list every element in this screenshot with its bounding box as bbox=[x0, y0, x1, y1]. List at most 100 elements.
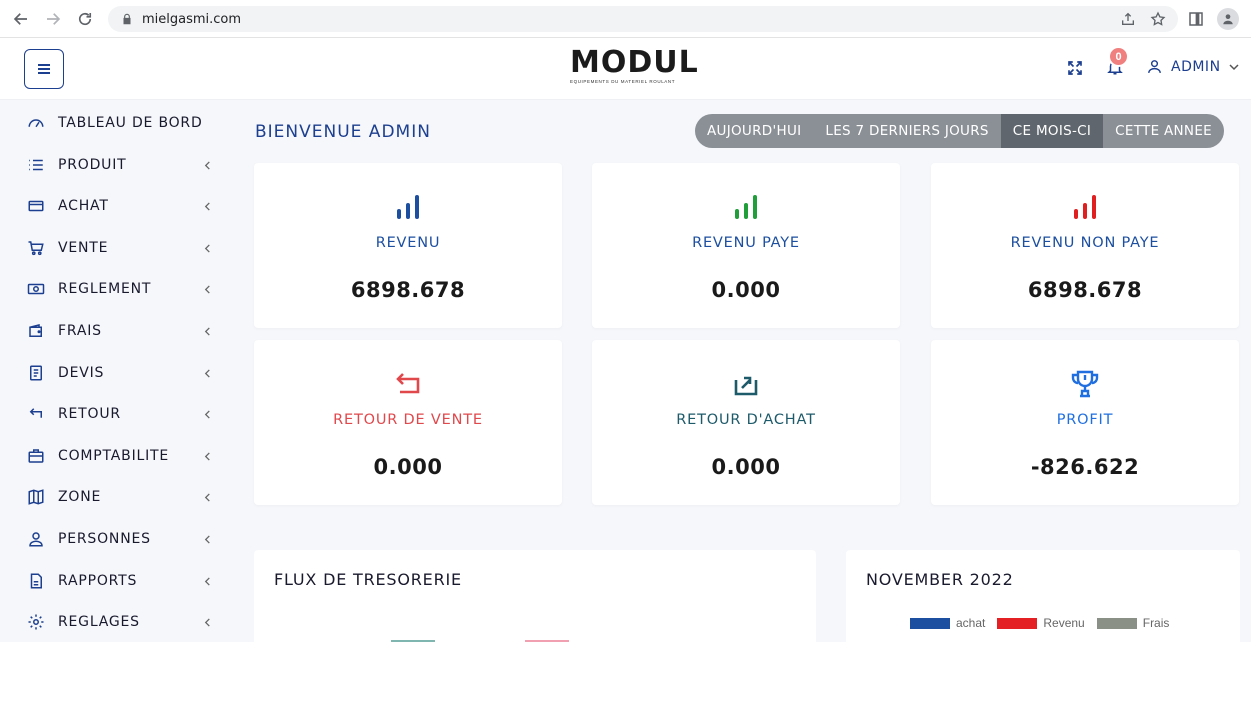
cashflow-title: FLUX DE TRESORERIE bbox=[274, 570, 462, 589]
chart-legend: achat Revenu Frais bbox=[910, 616, 1173, 630]
reload-icon[interactable] bbox=[74, 8, 96, 30]
fullscreen-icon[interactable] bbox=[1066, 59, 1084, 77]
chevron-left-icon bbox=[204, 243, 210, 253]
sidebar-item-label: RAPPORTS bbox=[58, 573, 138, 589]
stat-card-retour-de-vente: RETOUR DE VENTE 0.000 bbox=[254, 340, 562, 505]
share-arrow-icon bbox=[734, 376, 758, 396]
cart-icon bbox=[28, 241, 44, 256]
stat-value: 0.000 bbox=[711, 455, 781, 479]
sidebar-item-comptabilite[interactable]: COMPTABILITE bbox=[0, 436, 232, 476]
stat-card-revenu: REVENU 6898.678 bbox=[254, 163, 562, 328]
sidebar-item-retour[interactable]: RETOUR bbox=[0, 394, 232, 434]
chevron-left-icon bbox=[204, 326, 210, 336]
trophy-icon bbox=[1071, 370, 1099, 398]
report-icon bbox=[30, 573, 42, 589]
chevron-left-icon bbox=[204, 284, 210, 294]
welcome-heading: BIENVENUE ADMIN bbox=[255, 122, 431, 142]
sidebar-item-tableau-de-bord[interactable]: TABLEAU DE BORD bbox=[0, 103, 232, 143]
month-title: NOVEMBER 2022 bbox=[866, 570, 1014, 589]
legend-swatch bbox=[1096, 617, 1137, 629]
list-icon bbox=[29, 159, 43, 171]
legend-item-frais[interactable]: Frais bbox=[1096, 616, 1170, 630]
return-arrow-icon bbox=[396, 373, 420, 394]
hamburger-icon bbox=[38, 64, 50, 74]
viewport: mielgasmi.com MODUL EQUIPEMENTS DU MATER… bbox=[0, 0, 1251, 642]
chevron-left-icon bbox=[204, 534, 210, 544]
chevron-down-icon bbox=[1229, 63, 1239, 70]
logo-text: MODUL bbox=[570, 45, 699, 80]
user-name: ADMIN bbox=[1171, 58, 1221, 75]
sidebar-item-label: TABLEAU DE BORD bbox=[58, 115, 203, 131]
legend-label: Frais bbox=[1142, 616, 1170, 630]
chevron-left-icon bbox=[204, 201, 210, 211]
sidebar-item-vente[interactable]: VENTE bbox=[0, 228, 232, 268]
bar-chart-icon bbox=[735, 195, 757, 219]
legend-label: Revenu bbox=[1043, 616, 1085, 630]
period-filter: AUJOURD'HUI LES 7 DERNIERS JOURS CE MOIS… bbox=[695, 114, 1224, 148]
app-header: MODUL EQUIPEMENTS DU MATERIEL ROULANT 0 … bbox=[0, 38, 1251, 100]
legend-swatch bbox=[997, 617, 1038, 629]
stat-label: RETOUR D'ACHAT bbox=[676, 412, 816, 428]
share-icon[interactable] bbox=[1120, 11, 1136, 27]
legend-item-revenu[interactable]: Revenu bbox=[997, 616, 1085, 630]
sidebar-item-produit[interactable]: PRODUIT bbox=[0, 145, 232, 185]
chart-bar-top bbox=[525, 640, 569, 642]
forward-icon[interactable] bbox=[42, 8, 64, 30]
notification-badge: 0 bbox=[1108, 46, 1129, 67]
period-today-button[interactable]: AUJOURD'HUI bbox=[695, 114, 813, 148]
stat-value: 0.000 bbox=[711, 278, 781, 302]
chevron-left-icon bbox=[204, 160, 210, 170]
lock-icon bbox=[123, 13, 131, 25]
period-7-days-button[interactable]: LES 7 DERNIERS JOURS bbox=[813, 114, 1000, 148]
stat-label: PROFIT bbox=[1056, 412, 1114, 428]
menu-toggle-button[interactable] bbox=[24, 49, 64, 89]
sidebar-item-label: REGLEMENT bbox=[58, 281, 152, 297]
chevron-left-icon bbox=[204, 368, 210, 378]
sidebar-item-label: PERSONNES bbox=[58, 531, 151, 547]
address-bar[interactable]: mielgasmi.com bbox=[108, 6, 1178, 32]
legend-item-achat[interactable]: achat bbox=[910, 616, 985, 630]
sidebar-item-zone[interactable]: ZONE bbox=[0, 477, 232, 517]
chevron-left-icon bbox=[204, 492, 210, 502]
stat-label: REVENU bbox=[375, 235, 441, 251]
stat-value: 6898.678 bbox=[350, 278, 466, 302]
back-icon[interactable] bbox=[10, 8, 32, 30]
user-icon bbox=[1148, 60, 1161, 73]
legend-swatch bbox=[910, 617, 950, 629]
speedometer-icon bbox=[28, 119, 44, 128]
sidebar-item-reglages[interactable]: REGLAGES bbox=[0, 602, 232, 642]
period-this-month-button[interactable]: CE MOIS-CI bbox=[1000, 114, 1104, 148]
sidebar-item-reglement[interactable]: REGLEMENT bbox=[0, 269, 232, 309]
stat-label: RETOUR DE VENTE bbox=[333, 412, 483, 428]
credit-card-icon bbox=[28, 200, 44, 212]
sidebar: TABLEAU DE BORD PRODUIT ACHAT VENTE REGL… bbox=[0, 100, 232, 642]
cashflow-panel: FLUX DE TRESORERIE bbox=[254, 550, 816, 642]
document-icon bbox=[30, 365, 42, 381]
map-icon bbox=[28, 489, 44, 505]
stat-card-revenu-non-paye: REVENU NON PAYE 6898.678 bbox=[931, 163, 1239, 328]
stat-value: 6898.678 bbox=[1027, 278, 1143, 302]
stat-card-profit: PROFIT -826.622 bbox=[931, 340, 1239, 505]
sidebar-item-achat[interactable]: ACHAT bbox=[0, 186, 232, 226]
user-icon bbox=[29, 532, 43, 547]
side-panel-icon[interactable] bbox=[1187, 10, 1205, 28]
chevron-left-icon bbox=[204, 576, 210, 586]
logo[interactable]: MODUL EQUIPEMENTS DU MATERIEL ROULANT bbox=[570, 45, 699, 88]
user-menu[interactable]: ADMIN bbox=[1146, 58, 1239, 75]
profile-avatar[interactable] bbox=[1217, 8, 1239, 30]
sidebar-item-label: VENTE bbox=[58, 240, 109, 256]
sidebar-item-label: DEVIS bbox=[58, 365, 105, 381]
chart-bar-top bbox=[391, 640, 435, 642]
period-this-year-button[interactable]: CETTE ANNEE bbox=[1103, 114, 1224, 148]
sidebar-item-rapports[interactable]: RAPPORTS bbox=[0, 561, 232, 601]
star-icon[interactable] bbox=[1150, 11, 1166, 27]
sidebar-item-label: PRODUIT bbox=[58, 157, 127, 173]
sidebar-item-label: ZONE bbox=[58, 489, 102, 505]
sidebar-item-label: RETOUR bbox=[58, 406, 121, 422]
sidebar-item-label: REGLAGES bbox=[58, 614, 140, 630]
sidebar-item-personnes[interactable]: PERSONNES bbox=[0, 519, 232, 559]
sidebar-item-devis[interactable]: DEVIS bbox=[0, 353, 232, 393]
sidebar-item-frais[interactable]: FRAIS bbox=[0, 311, 232, 351]
gear-icon bbox=[28, 614, 44, 630]
cash-icon bbox=[27, 283, 45, 295]
